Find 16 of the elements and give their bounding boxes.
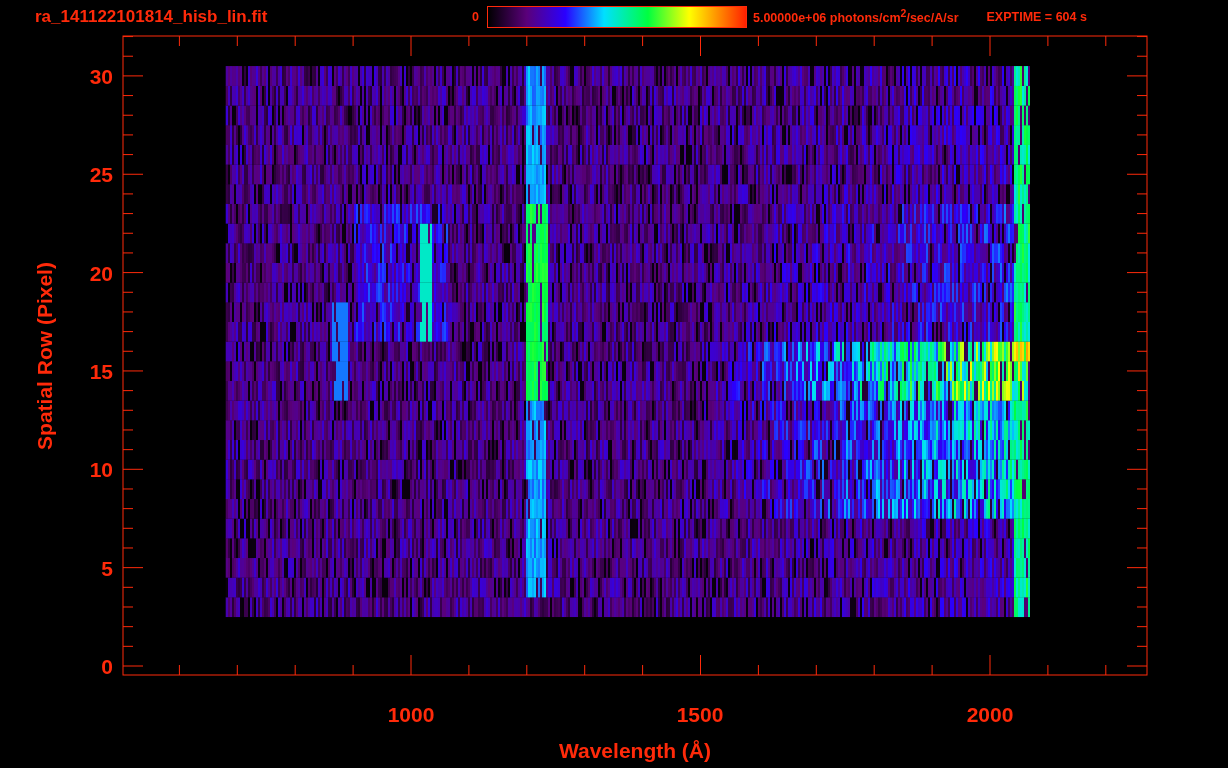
tick-label: 1500 [676, 703, 724, 726]
file-name: ra_141122101814_hisb_lin.fit [35, 7, 269, 27]
x-axis-title: Wavelength (Å) [558, 739, 712, 762]
colorbar-max-label: 5.00000e+06 photons/cm$^{2}$/sec/A/sr [752, 8, 959, 26]
tick-label: 20 [89, 261, 113, 285]
tick-label: 1000 [387, 703, 435, 726]
exposure-time: EXPTIME = 604 s [986, 10, 1087, 24]
tick-label: 15 [89, 359, 113, 383]
tick-label: 25 [89, 163, 113, 187]
tick-label: 30 [89, 64, 113, 88]
tick-label: 5 [101, 556, 113, 580]
colorbar-min-label: 0 [472, 10, 479, 24]
tick-label: 10 [89, 458, 113, 482]
tick-label: 2000 [966, 703, 1014, 726]
tick-label: 0 [101, 655, 113, 678]
y-axis-title: Spatial Row (Pixel) [33, 262, 56, 450]
